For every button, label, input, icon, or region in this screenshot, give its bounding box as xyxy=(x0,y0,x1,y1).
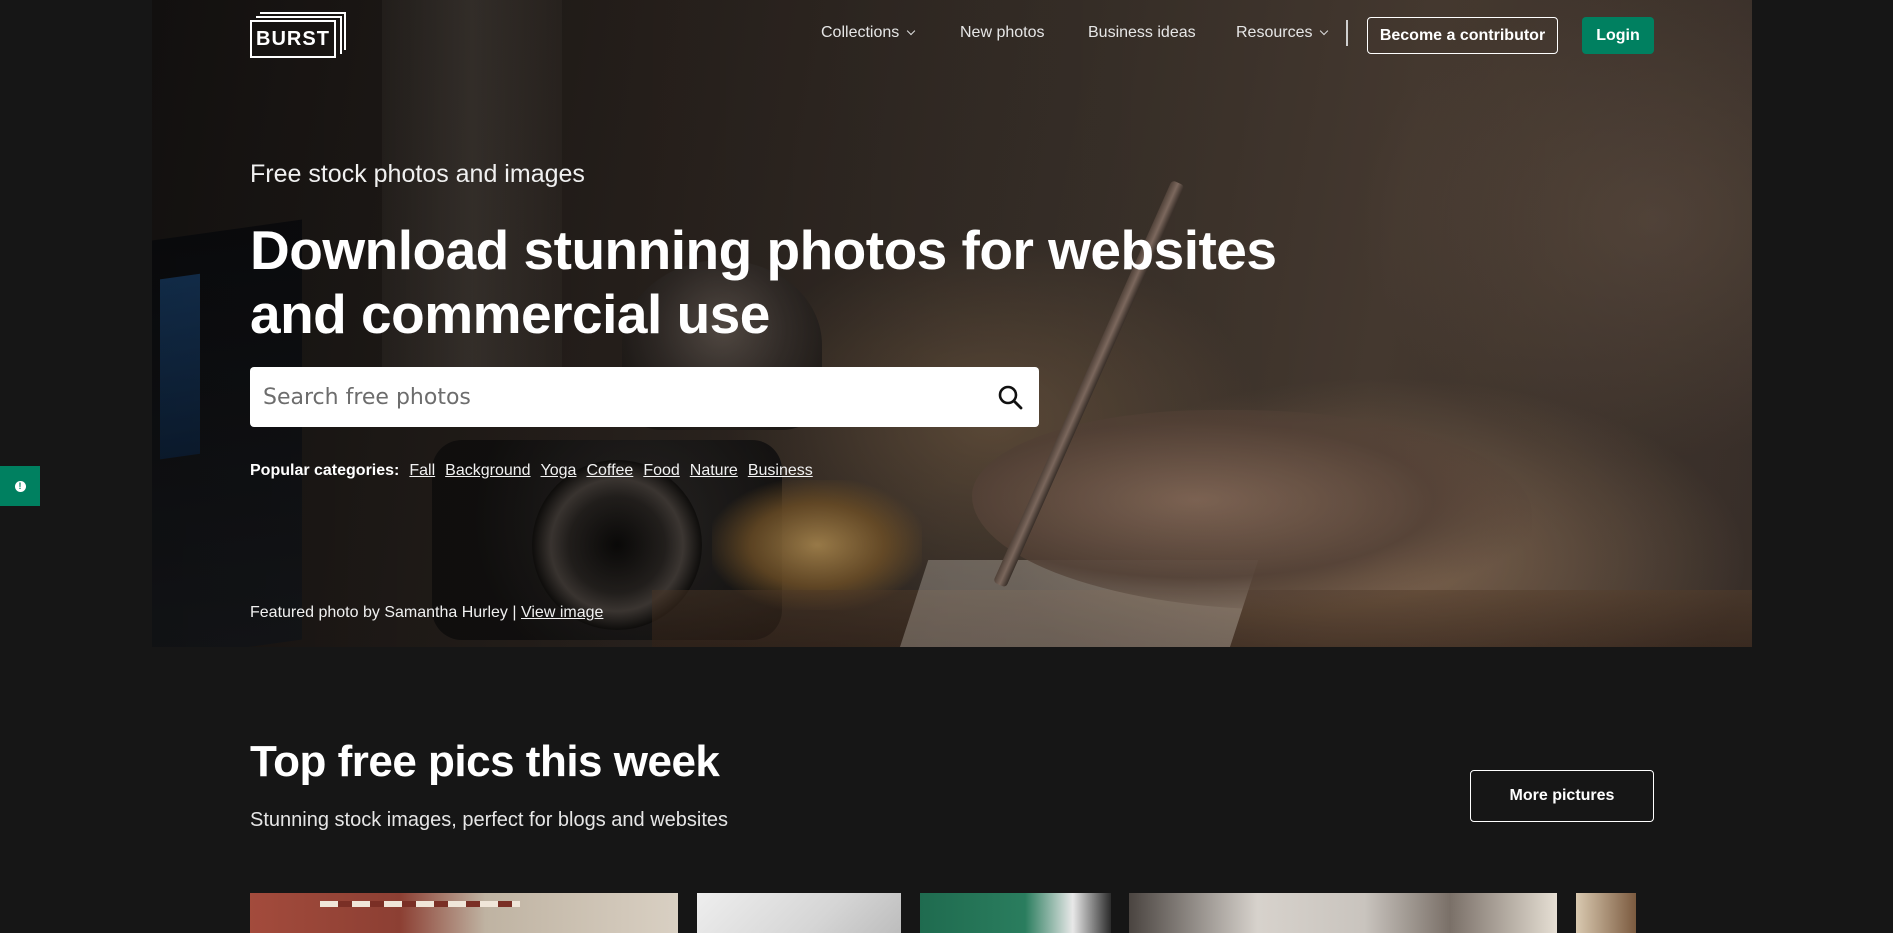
category-link-business[interactable]: Business xyxy=(748,462,813,480)
info-icon: ! xyxy=(14,480,26,492)
photo-thumbnail[interactable] xyxy=(1129,893,1557,933)
login-button[interactable]: Login xyxy=(1582,17,1654,54)
search-input[interactable] xyxy=(250,367,970,427)
chevron-down-icon xyxy=(1320,26,1329,36)
category-link-coffee[interactable]: Coffee xyxy=(586,462,633,480)
photo-thumbnail[interactable] xyxy=(250,893,678,933)
become-contributor-button[interactable]: Become a contributor xyxy=(1367,17,1558,54)
burst-logo[interactable]: BURST xyxy=(250,12,346,58)
nav-divider xyxy=(1346,20,1348,46)
nav-collections[interactable]: Collections xyxy=(821,24,916,42)
nav-business-ideas[interactable]: Business ideas xyxy=(1088,24,1196,42)
more-pictures-button[interactable]: More pictures xyxy=(1470,770,1654,822)
credit-text: Featured photo by Samantha Hurley | xyxy=(250,604,517,621)
photo-thumbnail[interactable] xyxy=(1576,893,1636,933)
section-subtitle: Stunning stock images, perfect for blogs… xyxy=(250,809,729,831)
chevron-down-icon xyxy=(907,26,916,36)
section-title: Top free pics this week xyxy=(250,737,720,786)
photo-thumbnail[interactable] xyxy=(697,893,901,933)
view-image-link[interactable]: View image xyxy=(521,604,603,621)
categories-label: Popular categories: xyxy=(250,462,400,479)
category-link-fall[interactable]: Fall xyxy=(409,462,435,480)
photo-thumbnail[interactable] xyxy=(920,893,1111,933)
popular-categories: Popular categories: Fall Background Yoga… xyxy=(250,462,813,480)
accessibility-button[interactable]: ! xyxy=(0,466,40,506)
nav-new-photos[interactable]: New photos xyxy=(960,24,1045,42)
search-bar xyxy=(250,367,1039,427)
category-link-yoga[interactable]: Yoga xyxy=(541,462,577,480)
hero-eyebrow: Free stock photos and images xyxy=(250,160,585,188)
nav-resources[interactable]: Resources xyxy=(1236,24,1329,42)
search-icon[interactable] xyxy=(997,384,1023,410)
hero-headline: Download stunning photos for websites an… xyxy=(250,219,1277,345)
photo-credit: Featured photo by Samantha Hurley | View… xyxy=(250,604,603,622)
category-link-nature[interactable]: Nature xyxy=(690,462,738,480)
category-link-food[interactable]: Food xyxy=(643,462,679,480)
category-link-background[interactable]: Background xyxy=(445,462,530,480)
logo-text: BURST xyxy=(250,20,336,58)
